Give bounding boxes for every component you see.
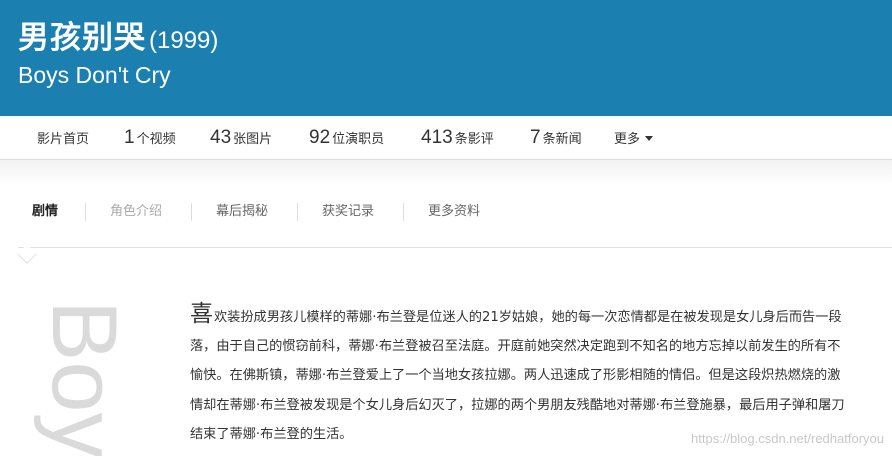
nav-news-count: 7 [530, 127, 541, 148]
plot-text: 欢装扮成男孩儿模样的蒂娜·布兰登是位迷人的21岁姑娘，她的每一次恋情都是在被发现… [190, 310, 845, 442]
nav-cast[interactable]: 92 位演职员 [309, 116, 384, 160]
section-gap [0, 160, 892, 186]
nav-photos-count: 43 [210, 127, 232, 148]
plot-dropcap: 喜 [190, 301, 213, 327]
movie-title-line: 男孩别哭 (1999) [18, 12, 218, 57]
tab-characters[interactable]: 角色介绍 [110, 186, 162, 238]
nav-home-label: 影片首页 [37, 132, 90, 147]
movie-title-en: Boys Don't Cry [18, 62, 171, 88]
tab-more-info[interactable]: 更多资料 [428, 186, 480, 238]
nav-news[interactable]: 7 条新闻 [530, 116, 582, 160]
tab-plot[interactable]: 剧情 [32, 186, 58, 238]
site-watermark: https://blog.csdn.net/redhatforyou [691, 431, 884, 446]
nav-reviews-label: 条影评 [454, 132, 494, 147]
nav-reviews[interactable]: 413 条影评 [421, 116, 494, 160]
side-title-watermark: Boy [33, 300, 135, 456]
movie-header: 男孩别哭 (1999) Boys Don't Cry [0, 0, 892, 116]
plot-summary: 喜欢装扮成男孩儿模样的蒂娜·布兰登是位迷人的21岁姑娘，她的每一次恋情都是在被发… [190, 300, 850, 449]
nav-photos-label: 张图片 [233, 132, 273, 147]
tab-divider [403, 203, 404, 221]
nav-photos[interactable]: 43 张图片 [210, 116, 272, 160]
caret-down-icon [645, 136, 654, 141]
info-tabs: 剧情 角色介绍 幕后揭秘 获奖记录 更多资料 [18, 186, 892, 248]
tab-divider [85, 203, 86, 221]
nav-more-label: 更多 [614, 132, 641, 147]
tab-behind-scenes[interactable]: 幕后揭秘 [216, 186, 268, 238]
nav-news-label: 条新闻 [542, 132, 582, 147]
movie-nav-bar: 影片首页 1 个视频 43 张图片 92 位演职员 413 条影评 7 条新闻 更多 [0, 116, 892, 160]
movie-year: (1999) [149, 27, 219, 54]
nav-home[interactable]: 影片首页 [37, 116, 89, 160]
tab-divider [297, 203, 298, 221]
nav-videos[interactable]: 1 个视频 [124, 116, 176, 160]
nav-cast-label: 位演职员 [332, 132, 385, 147]
nav-cast-count: 92 [309, 127, 331, 148]
tab-divider [191, 203, 192, 221]
nav-more[interactable]: 更多 [614, 116, 654, 160]
movie-title-cn[interactable]: 男孩别哭 [18, 20, 146, 56]
nav-reviews-count: 413 [421, 127, 453, 148]
nav-videos-label: 个视频 [136, 132, 176, 147]
tab-awards[interactable]: 获奖记录 [322, 186, 374, 238]
nav-videos-count: 1 [124, 127, 135, 148]
